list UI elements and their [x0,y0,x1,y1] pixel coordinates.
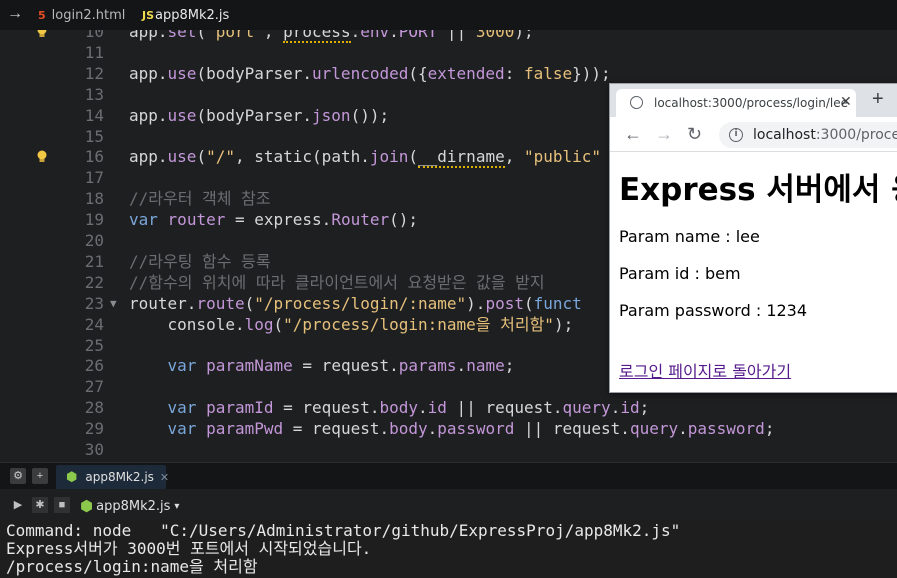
line-number: 21 [84,251,104,271]
browser-tab[interactable]: localhost:3000/process/login/lee ✕ [616,89,856,117]
code-line[interactable]: 29 var paramPwd = request.body.password … [0,418,897,439]
code-line[interactable]: 11 [0,42,897,63]
code-text: var paramName = request.params.name; [167,356,515,376]
line-number: 15 [84,126,104,146]
browser-window: localhost:3000/process/login/lee ✕ + ← →… [609,83,897,393]
stop-icon[interactable]: ■ [54,497,70,513]
browser-tab-strip: localhost:3000/process/login/lee ✕ + [610,84,897,117]
param-password-text: Param password : 1234 [619,301,808,320]
run-target-select[interactable]: ⬢ app8Mk2.js ▾ [80,497,179,515]
line-number: 16 [84,147,104,167]
code-text: var paramId = request.body.id || request… [167,398,650,418]
page-heading: Express 서버에서 응 [619,172,897,208]
console-line: /process/login:name을 처리함 [6,557,258,576]
tab-app8mk2-js[interactable]: JS app8Mk2.js [142,0,229,30]
code-text: //라우팅 함수 등록 [129,251,271,271]
url-host: localhost [753,127,816,143]
close-tab-icon[interactable]: ✕ [840,93,852,110]
new-tab-icon[interactable]: + [872,88,884,111]
code-text: //함수의 위치에 따라 클라이언트에서 요청받은 값을 받지 [129,272,545,292]
nodejs-icon: ⬢ [66,469,78,485]
line-number: 18 [84,189,104,209]
html5-icon: 5 [38,8,46,22]
line-number: 24 [84,314,104,334]
back-to-login-link[interactable]: 로그인 페이지로 돌아가기 [619,358,791,382]
bottom-panel-bar: ⚙ + ⬢ app8Mk2.js ✕ [0,462,897,489]
console-line: Express서버가 3000번 포트에서 시작되었습니다. [6,539,372,558]
line-number: 17 [84,168,104,188]
line-number: 26 [84,356,104,376]
javascript-icon: JS [142,8,155,22]
tab-label: app8Mk2.js [155,7,230,23]
code-text: app.use(bodyParser.json()); [129,105,390,125]
line-number: 11 [84,42,104,62]
editor-tab-bar: → 5 login2.html JS app8Mk2.js [0,0,897,31]
play-icon[interactable]: ▶ [10,497,26,513]
debug-icon[interactable]: ✱ [32,497,48,513]
run-toolbar: ▶ ✱ ■ ⬢ app8Mk2.js ▾ [0,490,897,520]
page-content: Express 서버에서 응 Param name : lee Param id… [610,152,897,392]
close-icon[interactable]: ✕ [160,471,169,484]
panel-tab-label: app8Mk2.js [85,470,154,484]
browser-tab-title: localhost:3000/process/login/lee [654,96,849,110]
address-bar[interactable]: i localhost:3000/process/ [719,122,897,148]
line-number: 30 [84,440,104,458]
tab-login2-html[interactable]: 5 login2.html [38,0,125,30]
param-name-text: Param name : lee [619,227,760,246]
back-icon[interactable]: ← [624,124,642,145]
reload-icon[interactable]: ↻ [687,124,702,145]
lightbulb-icon[interactable] [36,30,48,37]
nodejs-icon: ⬢ [80,497,94,515]
line-number: 12 [84,63,104,83]
forward-icon[interactable]: → [655,124,673,145]
code-text: var paramPwd = request.body.password || … [167,419,775,439]
console-output: Command: node "C:/Users/Administrator/gi… [0,520,897,578]
line-number: 13 [84,84,104,104]
tab-label: login2.html [51,7,126,23]
code-line[interactable]: 12 app.use(bodyParser.urlencoded({extende… [0,63,897,84]
code-text: console.log("/process/login:name을 처리함"); [129,314,574,334]
url-path: :3000/process/ [815,127,897,143]
globe-icon [630,96,643,109]
code-line[interactable]: 10 app.set('port', process.env.PORT || 30… [0,30,897,43]
line-number: 25 [84,335,104,355]
line-number: 23 [84,293,104,313]
line-number: 27 [84,377,104,397]
line-number: 29 [84,419,104,439]
code-text: app.use(bodyParser.urlencoded({extended:… [129,63,611,83]
line-number: 20 [84,231,104,250]
line-number: 14 [84,105,104,125]
arrow-right-icon[interactable]: → [7,5,23,23]
gear-icon[interactable]: ⚙ [10,468,26,484]
panel-tab-app8mk2[interactable]: ⬢ app8Mk2.js ✕ [56,465,169,489]
code-line[interactable]: 30 [0,439,897,458]
code-line[interactable]: 28 var paramId = request.body.id || requ… [0,397,897,418]
code-text: router.route("/process/login/:name").pos… [129,293,582,313]
console-line: Command: node "C:/Users/Administrator/gi… [6,521,681,540]
browser-toolbar: ← → ↻ i localhost:3000/process/ [610,117,897,152]
line-number: 22 [84,272,104,292]
url-text: localhost:3000/process/ [753,127,897,143]
plus-icon[interactable]: + [32,468,48,484]
line-number: 19 [84,210,104,230]
code-text: var router = express.Router(); [129,210,419,230]
code-text: //라우터 객체 참조 [129,189,271,209]
info-icon[interactable]: i [729,128,743,142]
chevron-down-icon: ▾ [174,500,180,512]
code-text: app.set('port', process.env.PORT || 3000… [129,30,534,43]
code-text: app.use("/", static(path.join(__dirname,… [129,147,602,169]
line-number: 10 [84,30,104,41]
fold-arrow-icon[interactable]: ▼ [110,293,117,314]
param-id-text: Param id : bem [619,264,741,283]
lightbulb-icon[interactable] [36,148,48,163]
line-number: 28 [84,398,104,418]
run-target-label: app8Mk2.js [96,498,171,514]
